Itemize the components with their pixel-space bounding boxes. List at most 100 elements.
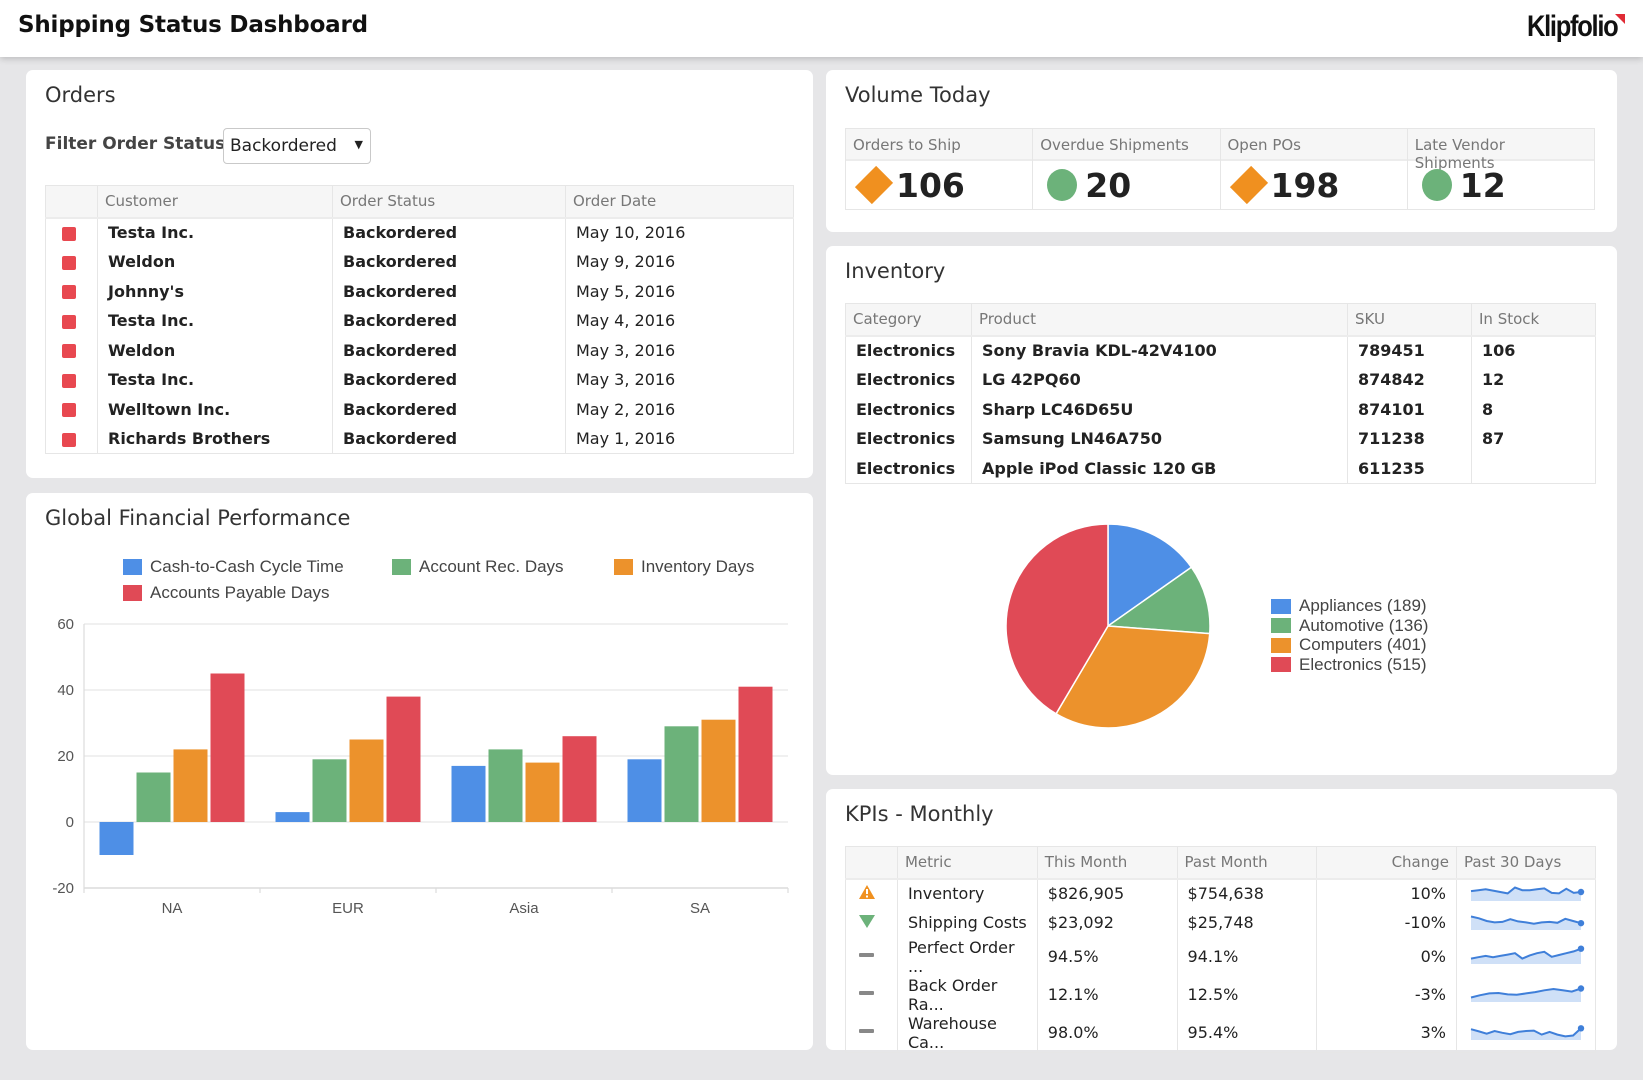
column-header-order-status[interactable]: Order Status <box>332 185 566 219</box>
order-row[interactable]: Testa Inc. Backordered May 4, 2016 <box>45 306 794 336</box>
bar-asia-2[interactable] <box>525 762 560 822</box>
order-date-cell: May 2, 2016 <box>565 394 794 424</box>
bar-eur-0[interactable] <box>275 812 310 822</box>
in-stock-cell: 106 <box>1471 335 1596 365</box>
column-header-metric[interactable]: Metric <box>896 846 1038 880</box>
inventory-row[interactable]: Electronics Sharp LC46D65U 874101 8 <box>845 394 1596 424</box>
pie-legend-item[interactable]: Electronics (515) <box>1271 655 1427 675</box>
change-cell: 0% <box>1316 937 1457 976</box>
column-header-in-stock[interactable]: In Stock <box>1471 303 1596 337</box>
sparkline <box>1470 1024 1585 1040</box>
order-row[interactable]: Testa Inc. Backordered May 3, 2016 <box>45 365 794 395</box>
volume-metric-value: 198 <box>1270 165 1340 205</box>
volume-metric-value-row: 106 <box>846 161 1032 209</box>
status-indicator-cell <box>45 276 98 306</box>
kpi-row[interactable]: Warehouse Ca... 98.0% 95.4% 3% <box>845 1013 1596 1053</box>
bar-na-2[interactable] <box>173 749 208 822</box>
change-cell: 10% <box>1316 878 1457 908</box>
bar-eur-2[interactable] <box>349 739 384 823</box>
kpi-row[interactable]: Shipping Costs $23,092 $25,748 -10% <box>845 908 1596 938</box>
kpi-row[interactable]: Back Order Ra... 12.1% 12.5% -3% <box>845 975 1596 1014</box>
column-header-this-month[interactable]: This Month <box>1036 846 1178 880</box>
volume-metric-value-row: 198 <box>1221 161 1407 209</box>
column-header-past-month[interactable]: Past Month <box>1176 846 1318 880</box>
bar-eur-1[interactable] <box>312 759 347 822</box>
bar-na-0[interactable] <box>99 822 134 855</box>
orders-title: Orders <box>45 83 116 107</box>
column-header-order-date[interactable]: Order Date <box>565 185 794 219</box>
category-cell: Electronics <box>845 365 972 395</box>
backordered-status-icon <box>62 255 76 270</box>
sparkline-cell <box>1456 908 1596 938</box>
volume-metric-label: Open POs <box>1220 129 1407 161</box>
kpi-icon-column-header <box>845 846 898 880</box>
customer-cell: Testa Inc. <box>97 365 333 395</box>
volume-metrics: Orders to Ship 106 Overdue Shipments 20 Open… <box>845 128 1595 210</box>
order-row[interactable]: Johnny's Backordered May 5, 2016 <box>45 276 794 306</box>
product-cell: LG 42PQ60 <box>971 365 1348 395</box>
order-row[interactable]: Richards Brothers Backordered May 1, 2016 <box>45 424 794 454</box>
status-indicator-cell <box>45 335 98 365</box>
pie-legend-item[interactable]: Automotive (136) <box>1271 616 1428 636</box>
sparkline-end-point <box>1577 1024 1585 1031</box>
inventory-row[interactable]: Electronics Sony Bravia KDL-42V4100 789451… <box>845 335 1596 365</box>
customer-cell: Testa Inc. <box>97 217 333 247</box>
bar-na-1[interactable] <box>136 772 171 823</box>
bar-asia-1[interactable] <box>488 749 523 822</box>
bar-asia-3[interactable] <box>562 736 597 822</box>
order-row[interactable]: Welltown Inc. Backordered May 2, 2016 <box>45 394 794 424</box>
klipfolio-logo[interactable]: Klipfolio <box>1511 10 1625 46</box>
warning-triangle-icon <box>859 884 875 899</box>
column-header-product[interactable]: Product <box>971 303 1348 337</box>
inventory-row[interactable]: Electronics Samsung LN46A750 711238 87 <box>845 424 1596 454</box>
in-stock-cell <box>1471 453 1596 484</box>
bar-sa-0[interactable] <box>627 759 662 822</box>
order-row[interactable]: Weldon Backordered May 9, 2016 <box>45 247 794 277</box>
kpi-row[interactable]: Perfect Order ... 94.5% 94.1% 0% <box>845 937 1596 976</box>
order-status-cell: Backordered <box>332 217 566 247</box>
inventory-row[interactable]: Electronics Apple iPod Classic 120 GB 6112… <box>845 453 1596 484</box>
column-header-customer[interactable]: Customer <box>97 185 333 219</box>
bar-eur-3[interactable] <box>386 696 421 822</box>
status-indicator-cell <box>45 365 98 395</box>
sparkline-end-point <box>1577 945 1585 952</box>
order-row[interactable]: Weldon Backordered May 3, 2016 <box>45 335 794 365</box>
kpi-row[interactable]: Inventory $826,905 $754,638 10% <box>845 878 1596 908</box>
column-header-change[interactable]: Change <box>1316 846 1457 880</box>
product-cell: Sharp LC46D65U <box>971 394 1348 424</box>
y-tick-label: 40 <box>57 682 74 699</box>
pie-legend-item[interactable]: Computers (401) <box>1271 635 1427 655</box>
column-header-category[interactable]: Category <box>845 303 972 337</box>
sparkline <box>1470 945 1585 964</box>
inventory-row[interactable]: Electronics LG 42PQ60 874842 12 <box>845 365 1596 395</box>
volume-metric[interactable]: Late Vendor Shipments 12 <box>1407 129 1594 209</box>
bar-sa-1[interactable] <box>664 726 699 822</box>
bar-sa-3[interactable] <box>738 686 773 822</box>
legend-swatch <box>1271 657 1291 672</box>
order-row[interactable]: Testa Inc. Backordered May 10, 2016 <box>45 217 794 247</box>
pie-legend-item[interactable]: Appliances (189) <box>1271 596 1427 616</box>
volume-metric[interactable]: Overdue Shipments 20 <box>1033 129 1221 209</box>
bar-asia-0[interactable] <box>451 765 486 822</box>
backordered-status-icon <box>62 432 76 447</box>
column-header-past-30-days[interactable]: Past 30 Days <box>1456 846 1596 880</box>
volume-metric-label: Late Vendor Shipments <box>1407 129 1594 172</box>
sparkline-end-point <box>1577 984 1585 992</box>
logo-text: Klipfolio <box>1526 10 1618 43</box>
this-month-cell: 12.1% <box>1036 975 1178 1014</box>
inventory-panel: Inventory Category Product SKU In Stock … <box>826 246 1617 775</box>
sparkline-cell <box>1456 878 1596 908</box>
order-date-cell: May 5, 2016 <box>565 276 794 306</box>
x-tick-label: SA <box>690 900 710 917</box>
volume-metric[interactable]: Orders to Ship 106 <box>846 129 1034 209</box>
financial-panel: Global Financial Performance Cash-to-Cas… <box>26 493 813 1050</box>
filter-order-status-label: Filter Order Status: <box>45 134 233 154</box>
status-indicator-cell <box>45 247 98 277</box>
column-header-sku[interactable]: SKU <box>1347 303 1472 337</box>
bar-na-3[interactable] <box>210 673 245 823</box>
change-cell: -10% <box>1316 908 1457 938</box>
bar-sa-2[interactable] <box>701 719 736 822</box>
volume-metric[interactable]: Open POs 198 <box>1220 129 1408 209</box>
past-month-cell: 12.5% <box>1176 975 1318 1014</box>
order-status-select[interactable]: Backordered ▼ <box>223 128 371 164</box>
